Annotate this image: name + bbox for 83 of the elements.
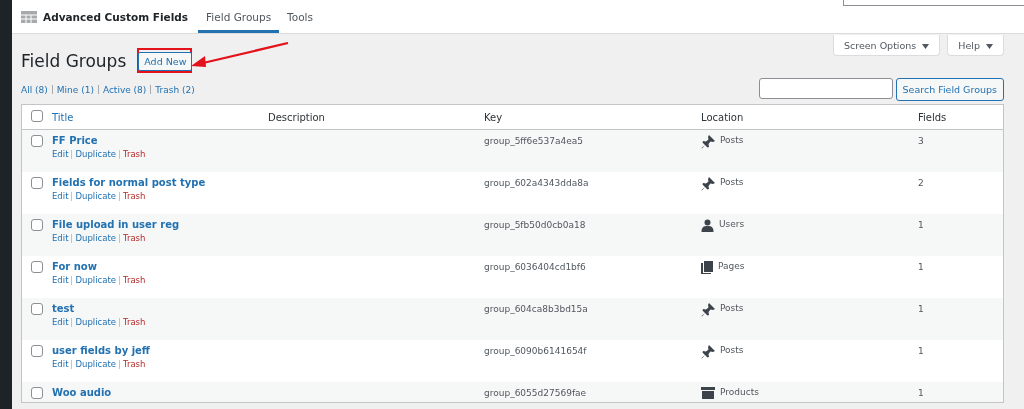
key-cell: group_604ca8b3bd15a bbox=[484, 304, 588, 314]
field-group-title-link[interactable]: user fields by jeff bbox=[52, 345, 150, 356]
row-checkbox[interactable] bbox=[31, 219, 43, 231]
key-cell: group_5ff6e537a4ea5 bbox=[484, 136, 584, 146]
fields-count: 1 bbox=[918, 304, 924, 314]
row-action-link[interactable]: Trash bbox=[122, 149, 146, 159]
select-all-checkbox[interactable] bbox=[31, 110, 43, 122]
fields-count: 1 bbox=[918, 262, 924, 272]
fields-count: 1 bbox=[918, 346, 924, 356]
key-cell: group_6036404cd1bf6 bbox=[484, 262, 586, 272]
location-cell: Posts bbox=[720, 345, 744, 355]
search-field[interactable] bbox=[758, 78, 893, 99]
location-cell: Users bbox=[719, 219, 745, 229]
grid-logo-icon bbox=[21, 10, 37, 23]
row-checkbox[interactable] bbox=[31, 177, 43, 189]
page-title: Field Groups bbox=[21, 51, 127, 71]
add-new-button[interactable]: Add New bbox=[138, 51, 193, 71]
location-cell: Posts bbox=[720, 177, 744, 187]
row-action-link[interactable]: Duplicate bbox=[75, 275, 116, 285]
plugin-title: Advanced Custom Fields bbox=[43, 10, 189, 23]
field-group-title-link[interactable]: Fields for normal post type bbox=[52, 177, 206, 188]
fields-count: 3 bbox=[918, 136, 924, 146]
row-action-link[interactable]: Trash bbox=[122, 191, 146, 201]
row-action-link[interactable]: Duplicate bbox=[75, 359, 116, 369]
pushpin-icon bbox=[701, 303, 715, 317]
field-group-title-link[interactable]: File upload in user reg bbox=[52, 219, 180, 230]
row-checkbox[interactable] bbox=[31, 345, 43, 357]
location-cell: Posts bbox=[720, 135, 744, 145]
dropdown-button[interactable]: Screen Options bbox=[832, 35, 941, 56]
location-cell: Posts bbox=[720, 303, 744, 313]
filter-link[interactable]: Trash (2) bbox=[155, 84, 195, 95]
column-header: Description bbox=[268, 111, 325, 123]
caret-icon bbox=[986, 43, 993, 49]
column-header: Key bbox=[484, 111, 503, 123]
nav-tab[interactable]: Field Groups bbox=[198, 0, 280, 33]
column-header[interactable]: Title bbox=[52, 111, 74, 123]
archive-box-icon bbox=[701, 387, 715, 399]
filter-link[interactable]: All (8) bbox=[21, 84, 48, 95]
fields-count: 2 bbox=[918, 178, 924, 188]
fields-count: 1 bbox=[918, 388, 924, 398]
dropdown-button[interactable]: Help bbox=[947, 35, 1004, 56]
row-action-link[interactable]: Edit bbox=[52, 275, 69, 285]
key-cell: group_602a4343dda8a bbox=[484, 178, 589, 188]
key-cell: group_6055d27569fae bbox=[484, 388, 587, 398]
filter-link[interactable]: Active (8) bbox=[102, 84, 147, 95]
pages-icon bbox=[701, 261, 713, 274]
column-header: Location bbox=[701, 111, 744, 123]
search-button[interactable]: Search Field Groups bbox=[895, 78, 1004, 101]
fields-count: 1 bbox=[918, 220, 924, 230]
key-cell: group_5fb50d0cb0a18 bbox=[484, 220, 586, 230]
pushpin-icon bbox=[701, 345, 715, 359]
key-cell: group_6090b6141654f bbox=[484, 346, 587, 356]
row-checkbox[interactable] bbox=[31, 135, 43, 147]
filter-link[interactable]: Mine (1) bbox=[56, 84, 94, 95]
row-action-link[interactable]: Duplicate bbox=[75, 317, 116, 327]
row-checkbox[interactable] bbox=[31, 303, 43, 315]
pushpin-icon bbox=[701, 135, 715, 149]
nav-tab[interactable]: Tools bbox=[279, 0, 321, 33]
field-group-title-link[interactable]: For now bbox=[52, 261, 97, 272]
row-action-link[interactable]: Duplicate bbox=[75, 191, 116, 201]
column-header: Fields bbox=[918, 111, 947, 123]
field-group-title-link[interactable]: FF Price bbox=[52, 135, 98, 146]
field-group-title-link[interactable]: test bbox=[52, 303, 75, 314]
field-group-title-link[interactable]: Woo audio bbox=[52, 387, 112, 398]
location-cell: Pages bbox=[718, 261, 745, 271]
pushpin-icon bbox=[701, 177, 715, 191]
row-action-link[interactable]: Edit bbox=[52, 317, 69, 327]
caret-icon bbox=[922, 43, 930, 49]
user-icon bbox=[701, 219, 714, 232]
row-action-link[interactable]: Duplicate bbox=[75, 149, 116, 159]
row-action-link[interactable]: Edit bbox=[52, 233, 69, 243]
location-cell: Products bbox=[720, 387, 759, 397]
row-action-link[interactable]: Edit bbox=[52, 191, 69, 201]
row-action-link[interactable]: Edit bbox=[52, 359, 69, 369]
row-action-link[interactable]: Duplicate bbox=[75, 233, 116, 243]
row-checkbox[interactable] bbox=[31, 387, 43, 399]
row-action-link[interactable]: Trash bbox=[122, 233, 146, 243]
row-action-link[interactable]: Trash bbox=[122, 275, 146, 285]
row-action-link[interactable]: Trash bbox=[122, 317, 146, 327]
row-action-link[interactable]: Trash bbox=[122, 359, 146, 369]
row-action-link[interactable]: Edit bbox=[52, 149, 69, 159]
row-checkbox[interactable] bbox=[31, 261, 43, 273]
highlight-frame bbox=[137, 48, 192, 73]
